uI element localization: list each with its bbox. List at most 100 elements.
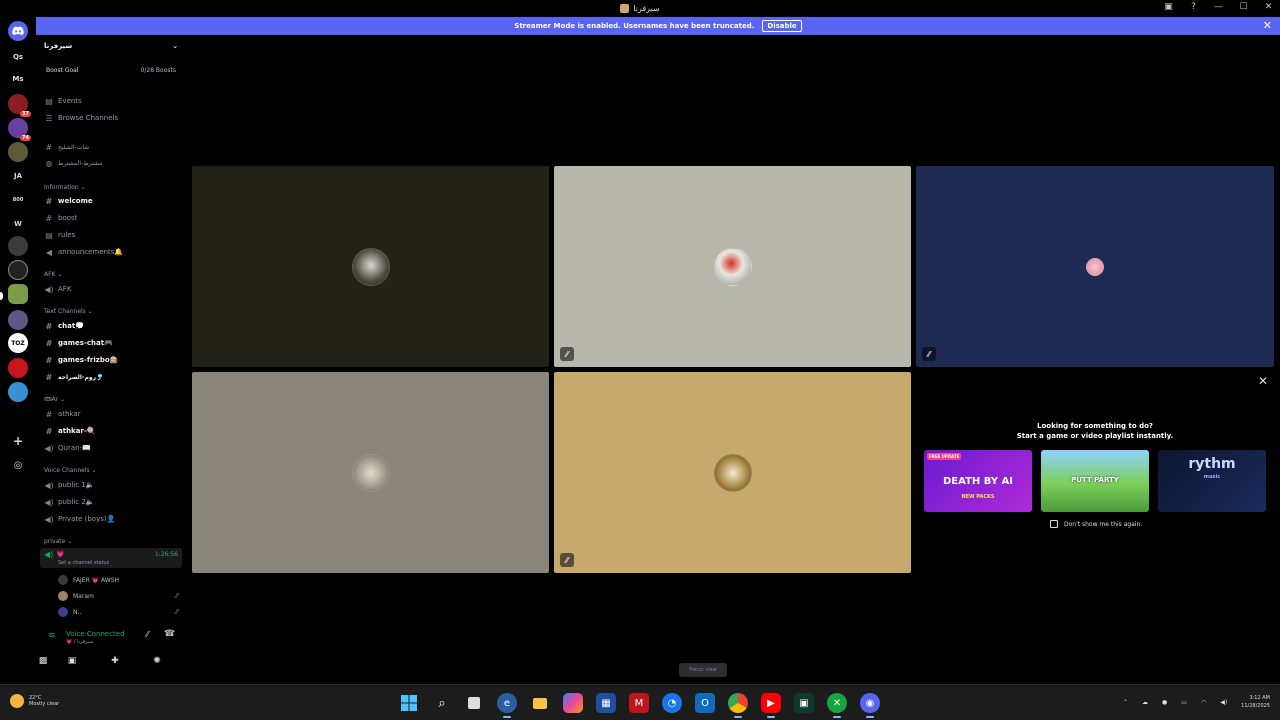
copilot-icon[interactable] (563, 693, 583, 713)
category-voice-channels[interactable]: Voice Channels ⌄ (44, 467, 97, 474)
server-ja[interactable]: JA (8, 166, 28, 186)
dont-show-checkbox[interactable]: Don't show me this again. (1050, 520, 1142, 528)
channel-welcome[interactable]: # welcome (44, 194, 182, 208)
avatar (352, 248, 390, 286)
voice-public-1[interactable]: ◀) public 1🔈 (44, 478, 182, 492)
mcafee-icon[interactable]: M (629, 693, 649, 713)
file-explorer-icon[interactable] (530, 693, 550, 713)
voice-public-2[interactable]: ◀) public 2🔈 (44, 495, 182, 509)
channel-rules[interactable]: ▤ rules (44, 228, 182, 242)
screen-share-button[interactable]: ▣ (60, 653, 84, 669)
search-icon[interactable]: ⌕ (432, 693, 452, 713)
server-purple[interactable]: 74 (8, 118, 31, 141)
server-red[interactable]: 37 (8, 94, 31, 117)
participant-tile[interactable] (192, 166, 549, 367)
active-voice-channel[interactable]: ◀) 💗 1:26:56 Set a channel status (40, 548, 182, 568)
voice-user[interactable]: FAJER 💗 AWSH (58, 573, 178, 587)
channel-chat[interactable]: # chat💭 (44, 319, 182, 333)
camera-off-button[interactable]: ▩ (31, 653, 55, 669)
activities-button[interactable]: ✚ (103, 653, 127, 669)
server-800[interactable]: 800 (8, 190, 28, 210)
server-ms[interactable]: Ms (8, 69, 28, 89)
add-server-icon[interactable]: + (8, 431, 28, 451)
volume-icon[interactable]: ◀) (1220, 699, 1227, 706)
channel-athkar-2[interactable]: # athkar-🍭 (44, 424, 182, 438)
participant-tile[interactable]: ⁄⁄ (554, 166, 911, 367)
task-view-icon[interactable] (464, 693, 484, 713)
activity-card-putt-party[interactable]: PUTT PARTY (1041, 450, 1149, 512)
mic-icon[interactable]: ● (1162, 699, 1167, 706)
server-blue[interactable] (8, 382, 28, 402)
outlook-icon[interactable]: O (695, 693, 715, 713)
minimize-button[interactable]: — (1213, 1, 1224, 12)
activity-card-death-by-ai[interactable]: FREE UPDATE DEATH BY AI NEW PACKS (924, 450, 1032, 512)
participant-tile[interactable]: ⁄⁄ (916, 166, 1274, 367)
voice-user[interactable]: Maram ⁄⁄ (58, 589, 178, 603)
boost-goal[interactable]: Boost Goal 0/28 Boosts (40, 63, 182, 77)
wifi-icon[interactable]: ◠ (1201, 699, 1206, 706)
messenger-icon[interactable]: ◔ (662, 693, 682, 713)
chrome-icon[interactable] (728, 693, 748, 718)
channel-games-frizbo[interactable]: # games-frizbo🎰 (44, 353, 182, 367)
category-ar[interactable]: 🎟Ar ⌄ (44, 396, 65, 403)
close-icon[interactable]: ✕ (1263, 19, 1272, 32)
server-dark[interactable] (8, 236, 28, 256)
browse-channels-item[interactable]: ☰ Browse Channels (44, 111, 182, 125)
category-information[interactable]: Information ⌄ (44, 184, 86, 191)
channel-boost[interactable]: # boost (44, 211, 182, 225)
channel-sarahah[interactable]: # روم-الصراحه🎐 (44, 370, 182, 384)
channel-games-chat[interactable]: # games-chat🎮 (44, 336, 182, 350)
server-w[interactable]: W (8, 214, 28, 234)
channel-item[interactable]: # شات-الشليج (44, 140, 182, 154)
voice-user[interactable]: N.. ⁄⁄ (58, 605, 178, 619)
maximize-button[interactable]: ☐ (1238, 1, 1249, 12)
discord-taskbar-icon[interactable]: ◉ (860, 693, 880, 718)
keyboard-icon[interactable]: ▭ (1181, 699, 1187, 706)
youtube-icon[interactable]: ▶ (761, 693, 781, 718)
store-icon[interactable]: ▦ (596, 693, 616, 713)
channel-announcements[interactable]: ◀ announcements🔔 (44, 245, 182, 259)
channel-status[interactable]: Set a channel status (58, 560, 109, 566)
soundboard-button[interactable]: ✺ (145, 653, 169, 669)
server-gray[interactable] (8, 310, 28, 330)
activity-card-rythm[interactable]: rythm music (1158, 450, 1266, 512)
channel-athkar[interactable]: # athkar (44, 407, 182, 421)
server-header[interactable]: سيرفرنا ⌄ (36, 35, 186, 57)
channel-item[interactable]: ◍ مشترط-المشترط (44, 156, 182, 170)
server-ring[interactable] (8, 260, 28, 280)
server-selected[interactable] (8, 284, 28, 304)
inbox-icon[interactable]: ▣ (1163, 1, 1174, 12)
windows-logo-icon (401, 695, 417, 711)
cloud-icon[interactable]: ☁ (1142, 699, 1148, 706)
app-green-icon[interactable]: ▣ (794, 693, 814, 713)
explore-icon[interactable]: ◎ (8, 455, 28, 475)
home-discord-icon[interactable] (8, 21, 28, 41)
server-forest[interactable] (8, 142, 28, 162)
chevron-up-icon[interactable]: ⌃ (1123, 699, 1128, 706)
category-afk[interactable]: AFK ⌄ (44, 271, 62, 278)
close-icon[interactable]: ✕ (1258, 374, 1268, 388)
disable-streamer-button[interactable]: Disable (762, 20, 802, 32)
xbox-icon[interactable]: ✕ (827, 693, 847, 718)
channel-afk[interactable]: ◀) AFK (44, 282, 182, 296)
server-crimson[interactable] (8, 358, 28, 378)
category-text-channels[interactable]: Text Channels ⌄ (44, 308, 93, 315)
start-icon[interactable] (399, 693, 419, 713)
weather-widget[interactable]: 22°C Mostly clear (10, 694, 59, 708)
close-window-button[interactable]: ✕ (1263, 1, 1274, 12)
voice-private-boys[interactable]: ◀) Private (boys)👤 (44, 512, 182, 526)
noise-suppression-icon[interactable]: ⁄⁄ (146, 630, 149, 639)
help-icon[interactable]: ? (1188, 1, 1199, 12)
checkbox[interactable] (1050, 520, 1058, 528)
server-white[interactable]: TOZ (8, 333, 28, 353)
participant-tile[interactable]: ⁄⁄ (554, 372, 911, 573)
category-private[interactable]: private ⌄ (44, 538, 72, 545)
focus-view-pill[interactable]: Focus view (679, 663, 727, 677)
server-qs[interactable]: Qs (8, 47, 28, 67)
events-item[interactable]: ▤ Events (44, 94, 182, 108)
edge-icon[interactable]: e (497, 693, 517, 718)
channel-quran[interactable]: ◀) Quran-📖 (44, 441, 182, 455)
disconnect-icon[interactable]: ☎ (164, 629, 175, 639)
clock[interactable]: 3:12 AM 11/28/2025 (1241, 694, 1270, 710)
participant-tile[interactable] (192, 372, 549, 573)
